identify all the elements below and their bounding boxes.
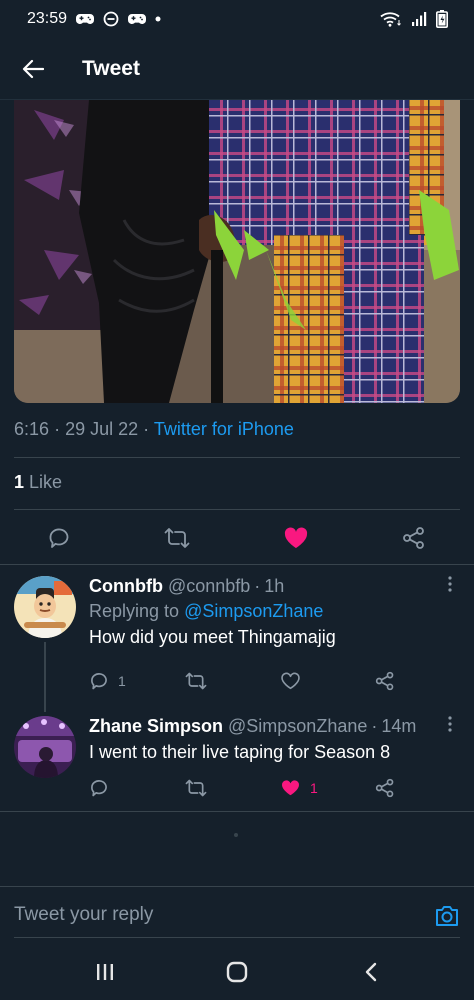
avatar-image: [14, 576, 76, 638]
top-app-bar: Tweet: [0, 38, 474, 100]
more-options-button[interactable]: [440, 576, 460, 597]
divider: [0, 564, 474, 565]
system-nav-bar: [0, 942, 474, 1000]
reply-author-name[interactable]: Connbfb: [89, 576, 163, 597]
tweet-date: 29 Jul 22: [65, 419, 139, 439]
replying-to-handle[interactable]: @SimpsonZhane: [184, 601, 323, 621]
likes-count: 1: [14, 472, 25, 492]
camera-icon: [436, 906, 458, 926]
arrow-left-icon: [22, 59, 44, 79]
back-icon: [365, 962, 377, 982]
reply-icon: [49, 528, 69, 548]
reply-timestamp: 1h: [264, 576, 285, 596]
gamepad-icon: [128, 12, 147, 26]
reply-icon: [91, 780, 107, 797]
composer-underline: [14, 937, 460, 938]
photo-image: [14, 100, 460, 403]
reply-author-name[interactable]: Zhane Simpson: [89, 716, 223, 737]
recent-apps-icon: [97, 964, 113, 980]
tweet-photo[interactable]: [14, 100, 460, 403]
likes-summary[interactable]: 1 Like: [14, 472, 62, 493]
loading-indicator: [234, 833, 238, 837]
tweet-meta: 6:16 · 29 Jul 22 · Twitter for iPhone: [14, 419, 294, 439]
share-button[interactable]: [394, 518, 434, 558]
tweet-actions: [0, 518, 474, 558]
reply-button[interactable]: [89, 775, 109, 801]
share-icon: [403, 527, 424, 549]
battery-icon: [436, 10, 448, 28]
likes-label: Like: [29, 472, 63, 492]
system-back-button[interactable]: [355, 956, 387, 988]
reply-text: I went to their live taping for Season 8: [89, 742, 391, 762]
heart-outline-icon: [281, 672, 300, 690]
reply-input[interactable]: [14, 887, 414, 943]
home-icon: [226, 961, 248, 983]
status-bar: 23:59: [0, 0, 474, 38]
tweet-time: 6:16: [14, 419, 50, 439]
retweet-button[interactable]: [185, 775, 207, 801]
like-button[interactable]: [280, 668, 301, 694]
divider: [0, 811, 474, 812]
reply-button[interactable]: [39, 518, 79, 558]
retweet-icon: [164, 528, 190, 548]
camera-button[interactable]: [434, 903, 460, 929]
reply-actions: 1: [0, 668, 474, 694]
reply-timestamp: 14m: [381, 716, 417, 736]
divider: [14, 457, 460, 458]
home-button[interactable]: [221, 956, 253, 988]
avatar[interactable]: [14, 716, 76, 778]
share-button[interactable]: [375, 775, 395, 801]
page-title: Tweet: [82, 57, 140, 80]
signal-icon: [410, 11, 428, 27]
reply-button[interactable]: 1: [89, 668, 126, 694]
gamepad-icon: [76, 12, 95, 26]
wifi-icon: [380, 11, 402, 27]
reply-text: How did you meet Thingamajig: [89, 627, 336, 647]
recent-apps-button[interactable]: [89, 956, 121, 988]
notification-dot-icon: [155, 16, 161, 22]
share-icon: [375, 778, 394, 798]
more-options-button[interactable]: [440, 716, 460, 737]
retweet-icon: [185, 672, 207, 690]
heart-filled-icon: [284, 527, 308, 548]
more-vertical-icon: [448, 576, 452, 592]
like-count: 1: [310, 780, 318, 796]
avatar[interactable]: [14, 576, 76, 638]
reply-author-handle: @SimpsonZhane: [228, 716, 368, 736]
do-not-disturb-icon: [103, 11, 119, 27]
reply-actions: 1: [0, 775, 474, 801]
reply-count: 1: [118, 673, 126, 689]
divider: [14, 509, 460, 510]
reply-author-handle: @connbfb: [167, 576, 251, 596]
replying-to: Replying to @SimpsonZhane: [89, 601, 324, 621]
tweet-source-link[interactable]: Twitter for iPhone: [154, 419, 294, 439]
status-time: 23:59: [27, 10, 68, 27]
like-button[interactable]: 1: [280, 775, 318, 801]
share-button[interactable]: [375, 668, 395, 694]
heart-filled-icon: [282, 780, 299, 796]
reply-composer: [0, 886, 474, 943]
retweet-button[interactable]: [185, 668, 207, 694]
avatar-image: [14, 716, 76, 778]
retweet-icon: [185, 779, 207, 797]
like-button[interactable]: [276, 518, 316, 558]
retweet-button[interactable]: [157, 518, 197, 558]
back-button[interactable]: [13, 49, 53, 89]
reply-icon: [91, 673, 107, 690]
more-vertical-icon: [448, 716, 452, 732]
share-icon: [375, 671, 394, 691]
